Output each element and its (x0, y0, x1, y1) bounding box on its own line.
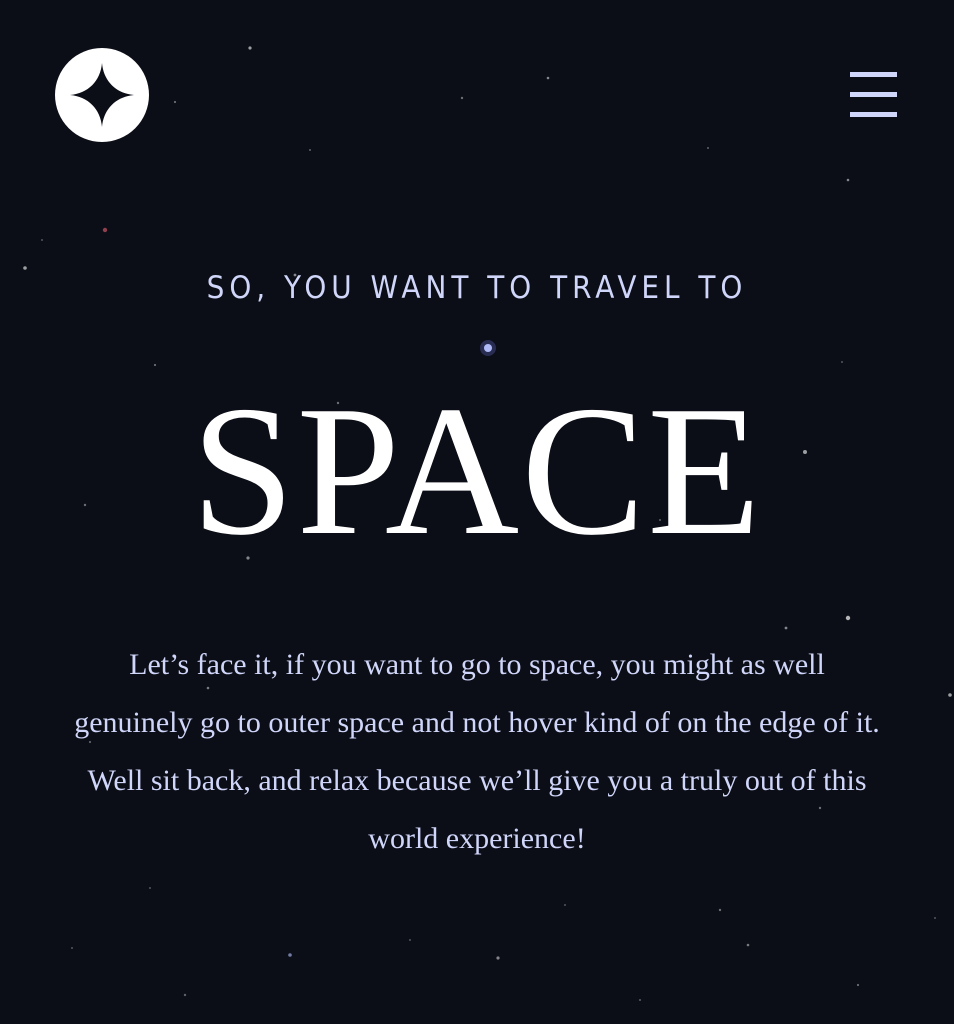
logo[interactable] (55, 48, 149, 142)
hero-intro: Let’s face it, if you want to go to spac… (74, 648, 880, 855)
hamburger-bar-middle (850, 92, 897, 97)
hamburger-bar-top (850, 72, 897, 77)
hero-eyebrow: SO, YOU WANT TO TRAVEL TO (206, 270, 748, 306)
hero-title: SPACE (191, 368, 763, 574)
hamburger-bar-bottom (850, 112, 897, 117)
four-point-star-icon (70, 63, 134, 127)
hamburger-icon[interactable] (850, 72, 897, 117)
